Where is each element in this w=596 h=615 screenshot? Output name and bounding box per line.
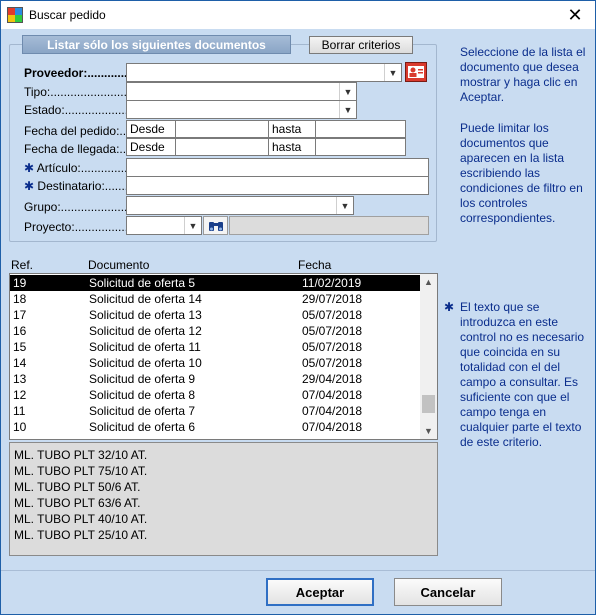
fecha-llegada-desde-label: Desde [126, 138, 176, 156]
fecha-pedido-desde-input[interactable] [175, 120, 269, 138]
proyecto-combo[interactable]: ▼ [126, 216, 202, 235]
destinatario-label: ✱ Destinatario:........... [24, 179, 141, 193]
row-documento: Solicitud de oferta 11 [89, 340, 201, 354]
fecha-llegada-label: Fecha de llegada:.. [24, 142, 127, 156]
table-row[interactable]: 18 Solicitud de oferta 14 29/07/2018 [10, 291, 421, 307]
document-detail: ML. TUBO PLT 32/10 AT. ML. TUBO PLT 75/10… [9, 442, 438, 556]
row-documento: Solicitud de oferta 8 [89, 388, 196, 402]
row-ref: 10 [13, 420, 27, 434]
detail-line: ML. TUBO PLT 50/6 AT. [14, 480, 141, 494]
row-documento: Solicitud de oferta 9 [89, 372, 196, 386]
scroll-thumb[interactable] [422, 395, 435, 413]
table-row[interactable]: 16 Solicitud de oferta 12 05/07/2018 [10, 323, 421, 339]
table-row[interactable]: 15 Solicitud de oferta 11 05/07/2018 [10, 339, 421, 355]
proyecto-description [229, 216, 429, 235]
search-binoculars-icon[interactable] [203, 216, 228, 235]
row-fecha: 05/07/2018 [302, 308, 363, 322]
detail-line: ML. TUBO PLT 32/10 AT. [14, 448, 148, 462]
fecha-pedido-hasta-input[interactable] [315, 120, 406, 138]
tipo-combo[interactable]: ▼ [126, 82, 357, 101]
asterisk-icon: ✱ [444, 300, 455, 314]
table-row[interactable]: 10 Solicitud de oferta 6 07/04/2018 [10, 419, 421, 435]
detail-line: ML. TUBO PLT 63/6 AT. [14, 496, 141, 510]
row-fecha: 29/04/2018 [302, 372, 363, 386]
help-text-filter: Puede limitar los documentos que aparece… [460, 121, 583, 225]
chevron-down-icon[interactable]: ▼ [339, 83, 356, 100]
row-fecha: 05/07/2018 [302, 356, 363, 370]
destinatario-input[interactable] [126, 176, 429, 195]
row-fecha: 05/07/2018 [302, 340, 363, 354]
fecha-llegada-hasta-label: hasta [268, 138, 316, 156]
row-fecha: 29/07/2018 [302, 292, 363, 306]
title-bar: Buscar pedido ✕ [1, 1, 595, 29]
row-documento: Solicitud de oferta 14 [89, 292, 202, 306]
help-text-partial-match: El texto que se introduzca en este contr… [460, 300, 585, 449]
row-fecha: 11/02/2019 [302, 276, 362, 290]
table-row[interactable]: 11 Solicitud de oferta 7 07/04/2018 [10, 403, 421, 419]
app-icon [7, 7, 23, 23]
asterisk-icon: ✱ [24, 161, 35, 175]
detail-line: ML. TUBO PLT 75/10 AT. [14, 464, 148, 478]
detail-line: ML. TUBO PLT 40/10 AT. [14, 512, 148, 526]
row-documento: Solicitud de oferta 6 [89, 420, 196, 434]
dialog-window: Buscar pedido ✕ Listar sólo los siguient… [0, 0, 596, 615]
table-row[interactable]: 14 Solicitud de oferta 10 05/07/2018 [10, 355, 421, 371]
close-icon[interactable]: ✕ [555, 1, 595, 29]
articulo-input[interactable] [126, 158, 429, 177]
chevron-down-icon[interactable]: ▼ [184, 217, 201, 234]
estado-combo[interactable]: ▼ [126, 100, 357, 119]
row-ref: 18 [13, 292, 27, 306]
accept-button[interactable]: Aceptar [266, 578, 374, 606]
detail-line: ML. TUBO PLT 25/10 AT. [14, 528, 148, 542]
chevron-down-icon[interactable]: ▼ [384, 64, 401, 81]
grupo-combo[interactable]: ▼ [126, 196, 354, 215]
table-row[interactable]: 12 Solicitud de oferta 8 07/04/2018 [10, 387, 421, 403]
detail-lines: ML. TUBO PLT 32/10 AT. ML. TUBO PLT 75/10… [14, 447, 433, 543]
row-fecha: 05/07/2018 [302, 324, 363, 338]
row-ref: 12 [13, 388, 27, 402]
contact-card-icon[interactable] [405, 62, 427, 82]
row-ref: 13 [13, 372, 27, 386]
row-fecha: 07/04/2018 [302, 388, 363, 402]
row-ref: 17 [13, 308, 27, 322]
proveedor-combo[interactable]: ▼ [126, 63, 402, 82]
row-documento: Solicitud de oferta 12 [89, 324, 202, 338]
row-ref: 11 [13, 404, 26, 418]
row-fecha: 07/04/2018 [302, 420, 363, 434]
row-ref: 19 [13, 276, 27, 290]
list-scrollbar[interactable]: ▲ ▼ [420, 274, 437, 439]
table-row[interactable]: 13 Solicitud de oferta 9 29/04/2018 [10, 371, 421, 387]
fecha-pedido-desde-label: Desde [126, 120, 176, 138]
row-documento: Solicitud de oferta 7 [89, 404, 196, 418]
row-ref: 16 [13, 324, 27, 338]
fecha-llegada-desde-input[interactable] [175, 138, 269, 156]
row-ref: 15 [13, 340, 27, 354]
help-text-select: Seleccione de la lista el documento que … [460, 45, 586, 104]
asterisk-icon: ✱ [24, 179, 35, 193]
table-row[interactable]: 17 Solicitud de oferta 13 05/07/2018 [10, 307, 421, 323]
row-documento: Solicitud de oferta 13 [89, 308, 202, 322]
row-documento: Solicitud de oferta 10 [89, 356, 202, 370]
row-fecha: 07/04/2018 [302, 404, 363, 418]
cancel-button[interactable]: Cancelar [394, 578, 502, 606]
filter-legend: Listar sólo los siguientes documentos [22, 35, 291, 54]
scroll-down-icon[interactable]: ▼ [420, 423, 437, 439]
document-list[interactable]: 19 Solicitud de oferta 5 11/02/2019 18 Solic… [9, 273, 438, 440]
fecha-llegada-hasta-input[interactable] [315, 138, 406, 156]
row-documento: Solicitud de oferta 5 [89, 276, 196, 290]
fecha-pedido-label: Fecha del pedido:.. [24, 124, 127, 138]
chevron-down-icon[interactable]: ▼ [339, 101, 356, 118]
column-header-ref[interactable]: Ref. [11, 258, 33, 272]
chevron-down-icon[interactable]: ▼ [336, 197, 353, 214]
fecha-pedido-hasta-label: hasta [268, 120, 316, 138]
window-title: Buscar pedido [29, 8, 106, 22]
clear-criteria-button[interactable]: Borrar criterios [309, 36, 413, 54]
row-ref: 14 [13, 356, 27, 370]
column-header-documento[interactable]: Documento [88, 258, 149, 272]
table-row[interactable]: 19 Solicitud de oferta 5 11/02/2019 [10, 275, 421, 291]
column-header-fecha[interactable]: Fecha [298, 258, 331, 272]
scroll-up-icon[interactable]: ▲ [420, 274, 437, 290]
